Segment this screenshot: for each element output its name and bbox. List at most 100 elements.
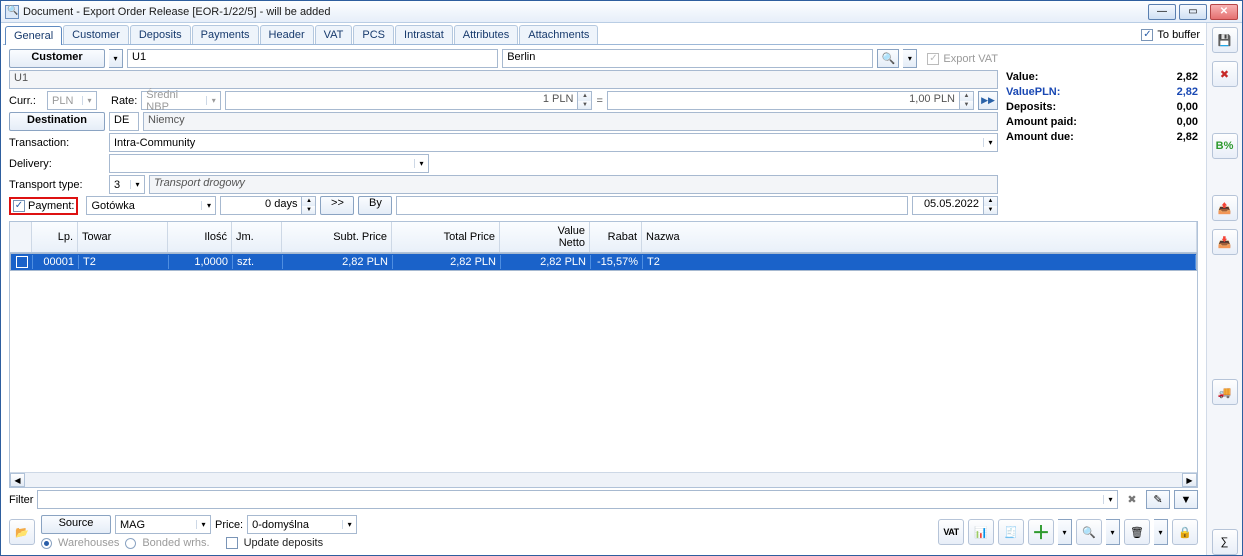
filter-select[interactable]: ▾ bbox=[37, 490, 1118, 509]
table-row[interactable]: 00001 T2 1,0000 szt. 2,82 PLN 2,82 PLN 2… bbox=[10, 253, 1197, 271]
titlebar: Document - Export Order Release [EOR-1/2… bbox=[1, 1, 1242, 23]
chart-icon: 📊 bbox=[974, 526, 988, 539]
source-button[interactable]: Source bbox=[41, 515, 111, 534]
cancel-button[interactable]: ✖ bbox=[1212, 61, 1238, 87]
tab-attachments[interactable]: Attachments bbox=[519, 25, 598, 44]
by-input[interactable] bbox=[396, 196, 908, 215]
close-button[interactable]: ✕ bbox=[1210, 4, 1238, 20]
destination-code-input[interactable]: DE bbox=[109, 112, 139, 131]
col-jm[interactable]: Jm. bbox=[232, 222, 282, 252]
transaction-select[interactable]: Intra-Community▾ bbox=[109, 133, 998, 152]
summary-button[interactable]: 🚚 bbox=[1212, 379, 1238, 405]
update-deposits-checkbox[interactable]: ✓ bbox=[226, 537, 238, 549]
rate-quantity-input: 1 PLN▲▼ bbox=[225, 91, 592, 110]
valuepln-label: ValuePLN: bbox=[1006, 86, 1060, 98]
col-nazwa[interactable]: Nazwa bbox=[642, 222, 1197, 252]
chevron-down-icon: ▾ bbox=[201, 201, 215, 210]
customer-search-button[interactable]: 🔍 bbox=[877, 49, 899, 68]
funnel-icon: ▼ bbox=[1181, 494, 1192, 506]
tab-deposits[interactable]: Deposits bbox=[130, 25, 191, 44]
forward-button[interactable]: >> bbox=[320, 196, 354, 215]
rate-go-button[interactable]: ▶▶ bbox=[978, 91, 998, 110]
customer-city-input[interactable]: Berlin bbox=[502, 49, 873, 68]
col-towar[interactable]: Towar bbox=[78, 222, 168, 252]
tab-attributes[interactable]: Attributes bbox=[454, 25, 518, 44]
col-ilosc[interactable]: Ilość bbox=[168, 222, 232, 252]
deposits-label: Deposits: bbox=[1006, 101, 1056, 113]
delivery-label: Delivery: bbox=[9, 158, 105, 170]
warehouses-radio bbox=[41, 538, 52, 549]
delete-button[interactable]: 🗑 bbox=[1124, 519, 1150, 545]
days-input[interactable]: 0 days▲▼ bbox=[220, 196, 316, 215]
scroll-left-icon[interactable]: ◀ bbox=[10, 473, 25, 487]
rate-amount-input: 1,00 PLN▲▼ bbox=[607, 91, 974, 110]
chart-button[interactable]: 📊 bbox=[968, 519, 994, 545]
by-button[interactable]: By bbox=[358, 196, 392, 215]
bonded-radio bbox=[125, 538, 136, 549]
col-total[interactable]: Total Price bbox=[392, 222, 500, 252]
currency-select: PLN▾ bbox=[47, 91, 97, 110]
payment-checkbox[interactable]: ✓ bbox=[13, 200, 25, 212]
customer-code-input[interactable]: U1 bbox=[127, 49, 498, 68]
properties-button[interactable]: 🧾 bbox=[998, 519, 1024, 545]
add-button[interactable]: ＋ bbox=[1028, 519, 1054, 545]
price-select[interactable]: 0-domyślna▾ bbox=[247, 515, 357, 534]
payment-highlight: ✓ Payment: bbox=[9, 197, 78, 215]
totals-panel: Value:2,82 ValuePLN:2,82 Deposits:0,00 A… bbox=[998, 49, 1198, 215]
document-search-icon bbox=[5, 5, 19, 19]
maximize-button[interactable]: ▭ bbox=[1179, 4, 1207, 20]
export-icon: 📤 bbox=[1218, 202, 1232, 215]
horizontal-scrollbar[interactable]: ◀ ▶ bbox=[10, 472, 1197, 487]
customer-dropdown-icon[interactable]: ▾ bbox=[109, 49, 123, 68]
export-button[interactable]: 📤 bbox=[1212, 195, 1238, 221]
chevron-down-icon: ▾ bbox=[414, 159, 428, 168]
source-select[interactable]: MAG▾ bbox=[115, 515, 211, 534]
col-lp[interactable]: Lp. bbox=[32, 222, 78, 252]
search-button[interactable]: 🔍 bbox=[1076, 519, 1102, 545]
vat-button[interactable]: VAT bbox=[938, 519, 964, 545]
add-dropdown-icon[interactable]: ▾ bbox=[1058, 519, 1072, 545]
tab-customer[interactable]: Customer bbox=[63, 25, 129, 44]
destination-name-input: Niemcy bbox=[143, 112, 998, 131]
col-subt[interactable]: Subt. Price bbox=[282, 222, 392, 252]
tab-general[interactable]: General bbox=[5, 26, 62, 45]
payment-select[interactable]: Gotówka▾ bbox=[86, 196, 216, 215]
source-pick-button[interactable]: 📂 bbox=[9, 519, 35, 545]
search-dropdown-icon[interactable]: ▾ bbox=[1106, 519, 1120, 545]
close-icon: ✖ bbox=[1220, 68, 1229, 81]
delivery-select[interactable]: ▾ bbox=[109, 154, 429, 173]
convert-button[interactable]: B% bbox=[1212, 133, 1238, 159]
tab-vat[interactable]: VAT bbox=[315, 25, 353, 44]
destination-button[interactable]: Destination bbox=[9, 112, 105, 131]
delete-dropdown-icon[interactable]: ▾ bbox=[1154, 519, 1168, 545]
row-checkbox[interactable] bbox=[16, 256, 28, 268]
filter-clear-button[interactable]: ✖ bbox=[1122, 490, 1142, 509]
transport-select[interactable]: 3▾ bbox=[109, 175, 145, 194]
import-button[interactable]: 📥 bbox=[1212, 229, 1238, 255]
filter-edit-button[interactable]: ✎ bbox=[1146, 490, 1170, 509]
tab-payments[interactable]: Payments bbox=[192, 25, 259, 44]
chevron-down-icon: ▾ bbox=[1103, 495, 1117, 504]
chevron-down-icon: ▾ bbox=[206, 96, 220, 105]
currency-label: Curr.: bbox=[9, 95, 43, 107]
minimize-button[interactable]: — bbox=[1148, 4, 1176, 20]
to-buffer-checkbox[interactable]: ✓ bbox=[1141, 29, 1153, 41]
date-input[interactable]: 05.05.2022▲▼ bbox=[912, 196, 998, 215]
col-rabat[interactable]: Rabat bbox=[590, 222, 642, 252]
valuepln-amount: 2,82 bbox=[1177, 86, 1198, 98]
col-value-netto[interactable]: ValueNetto bbox=[500, 222, 590, 252]
save-button[interactable]: 💾 bbox=[1212, 27, 1238, 53]
tab-intrastat[interactable]: Intrastat bbox=[395, 25, 453, 44]
pencil-icon: ✎ bbox=[1153, 493, 1162, 506]
tab-pcs[interactable]: PCS bbox=[353, 25, 394, 44]
percent-icon: B% bbox=[1216, 140, 1234, 152]
customer-button[interactable]: Customer bbox=[9, 49, 105, 68]
folder-icon: 📂 bbox=[15, 526, 29, 539]
scroll-right-icon[interactable]: ▶ bbox=[1182, 473, 1197, 487]
filter-apply-button[interactable]: ▼ bbox=[1174, 490, 1198, 509]
tab-header[interactable]: Header bbox=[260, 25, 314, 44]
calculator-button[interactable]: ∑ bbox=[1212, 529, 1238, 555]
chevron-down-icon: ▾ bbox=[342, 520, 356, 529]
search-icon: 🔍 bbox=[1082, 526, 1096, 539]
customer-search-dropdown-icon[interactable]: ▾ bbox=[903, 49, 917, 68]
